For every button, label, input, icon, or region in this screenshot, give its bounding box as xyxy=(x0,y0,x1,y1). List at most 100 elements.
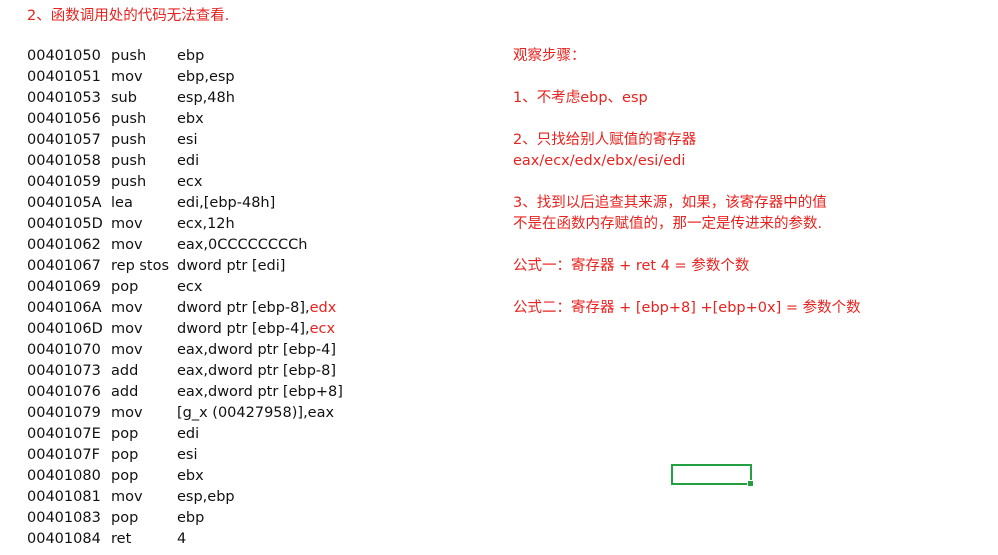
code-row: 00401081 mov esp,ebp xyxy=(27,487,343,508)
code-address: 00401053 xyxy=(27,90,101,106)
code-operands: esi xyxy=(177,132,198,148)
note-line: eax/ecx/edx/ebx/esi/edi xyxy=(513,153,686,169)
code-mnemonic: mov xyxy=(111,405,143,421)
code-mnemonic: mov xyxy=(111,342,143,358)
code-operands: eax,dword ptr [ebp-4] xyxy=(177,342,337,358)
code-row: 00401050 push ebp xyxy=(27,46,343,67)
code-operands: [g_x (00427958)],eax xyxy=(177,405,335,421)
fill-handle[interactable] xyxy=(747,480,754,487)
code-operands: ecx xyxy=(177,279,203,295)
code-row: 00401067 rep stos dword ptr [edi] xyxy=(27,256,343,277)
code-row: 00401076 add eax,dword ptr [ebp+8] xyxy=(27,382,343,403)
code-row: 00401069 pop ecx xyxy=(27,277,343,298)
code-mnemonic: add xyxy=(111,384,139,400)
code-register-highlight: ecx xyxy=(309,321,336,337)
assembly-listing: 00401050 push ebp 00401051 mov ebp,esp 0040105… xyxy=(27,46,343,550)
note-line: 3、找到以后追查其来源，如果，该寄存器中的值 xyxy=(513,195,827,211)
code-address: 00401058 xyxy=(27,153,101,169)
code-operands: ebx xyxy=(177,468,204,484)
code-mnemonic: mov xyxy=(111,489,143,505)
code-operands: ebx xyxy=(177,111,204,127)
note-spacer xyxy=(513,109,861,130)
code-row: 00401070 mov eax,dword ptr [ebp-4] xyxy=(27,340,343,361)
note-spacer xyxy=(513,235,861,256)
code-address: 00401067 xyxy=(27,258,101,274)
note-spacer xyxy=(513,67,861,88)
code-mnemonic: mov xyxy=(111,300,143,316)
code-mnemonic: push xyxy=(111,174,147,190)
code-row: 00401073 add eax,dword ptr [ebp-8] xyxy=(27,361,343,382)
code-address: 00401059 xyxy=(27,174,101,190)
note-spacer xyxy=(513,172,861,193)
code-operands: edi xyxy=(177,153,200,169)
code-mnemonic: push xyxy=(111,48,147,64)
code-operands: ebp,esp xyxy=(177,69,235,85)
observation-notes: 观察步骤： 1、不考虑ebp、esp 2、只找给别人赋值的寄存器 eax/ecx/ed… xyxy=(513,46,861,319)
code-mnemonic: mov xyxy=(111,237,143,253)
code-mnemonic: pop xyxy=(111,426,139,442)
code-mnemonic: mov xyxy=(111,216,143,232)
code-row: 0040105D mov ecx,12h xyxy=(27,214,343,235)
note-line: 公式二：寄存器 + [ebp+8] +[ebp+0x] = 参数个数 xyxy=(513,300,861,316)
code-address: 00401070 xyxy=(27,342,101,358)
code-mnemonic: rep stos xyxy=(111,258,170,274)
code-address: 0040107F xyxy=(27,447,100,463)
code-mnemonic: mov xyxy=(111,69,143,85)
code-mnemonic: push xyxy=(111,153,147,169)
code-mnemonic: add xyxy=(111,363,139,379)
code-row: 00401083 pop ebp xyxy=(27,508,343,529)
code-row: 00401079 mov [g_x (00427958)],eax xyxy=(27,403,343,424)
code-operands: esp,48h xyxy=(177,90,235,106)
code-row: 0040107E pop edi xyxy=(27,424,343,445)
code-row: 0040106A mov dword ptr [ebp-8],edx xyxy=(27,298,343,319)
code-row: 0040106D mov dword ptr [ebp-4],ecx xyxy=(27,319,343,340)
code-address: 00401057 xyxy=(27,132,101,148)
code-row: 00401080 pop ebx xyxy=(27,466,343,487)
code-address: 00401051 xyxy=(27,69,101,85)
code-register-highlight: edx xyxy=(309,300,337,316)
code-row: 00401084 ret 4 xyxy=(27,529,343,550)
code-row: 00401056 push ebx xyxy=(27,109,343,130)
code-operands: dword ptr [ebp-8], xyxy=(177,300,310,316)
note-line: 2、只找给别人赋值的寄存器 xyxy=(513,132,697,148)
code-address: 0040106A xyxy=(27,300,102,316)
code-operands: esp,ebp xyxy=(177,489,235,505)
code-mnemonic: push xyxy=(111,132,147,148)
code-mnemonic: pop xyxy=(111,510,139,526)
code-address: 00401069 xyxy=(27,279,101,295)
code-mnemonic: pop xyxy=(111,447,139,463)
code-address: 0040107E xyxy=(27,426,101,442)
note-line: 公式一：寄存器 + ret 4 = 参数个数 xyxy=(513,258,750,274)
code-operands: ebp xyxy=(177,510,205,526)
code-address: 00401073 xyxy=(27,363,101,379)
code-operands: ecx,12h xyxy=(177,216,235,232)
code-operands: ebp xyxy=(177,48,205,64)
code-address: 00401062 xyxy=(27,237,101,253)
code-row: 00401057 push esi xyxy=(27,130,343,151)
code-address: 00401083 xyxy=(27,510,101,526)
code-mnemonic: sub xyxy=(111,90,137,106)
note-line: 不是在函数内存赋值的，那一定是传进来的参数. xyxy=(513,216,823,232)
code-address: 00401080 xyxy=(27,468,101,484)
code-operands: ecx xyxy=(177,174,203,190)
code-address: 0040106D xyxy=(27,321,103,337)
code-address: 00401056 xyxy=(27,111,101,127)
code-operands: eax,dword ptr [ebp+8] xyxy=(177,384,343,400)
code-operands: edi xyxy=(177,426,200,442)
selected-cell[interactable] xyxy=(671,464,754,487)
code-operands: edi,[ebp-48h] xyxy=(177,195,276,211)
code-row: 00401051 mov ebp,esp xyxy=(27,67,343,88)
code-mnemonic: pop xyxy=(111,279,139,295)
code-address: 00401076 xyxy=(27,384,101,400)
code-mnemonic: mov xyxy=(111,321,143,337)
code-operands: dword ptr [edi] xyxy=(177,258,286,274)
code-row: 00401059 push ecx xyxy=(27,172,343,193)
code-address: 0040105A xyxy=(27,195,102,211)
code-mnemonic: lea xyxy=(111,195,133,211)
code-operands: dword ptr [ebp-4], xyxy=(177,321,310,337)
code-row: 00401058 push edi xyxy=(27,151,343,172)
code-address: 00401050 xyxy=(27,48,101,64)
code-mnemonic: pop xyxy=(111,468,139,484)
code-operands: eax,0CCCCCCCCh xyxy=(177,237,308,253)
code-row: 0040105A lea edi,[ebp-48h] xyxy=(27,193,343,214)
